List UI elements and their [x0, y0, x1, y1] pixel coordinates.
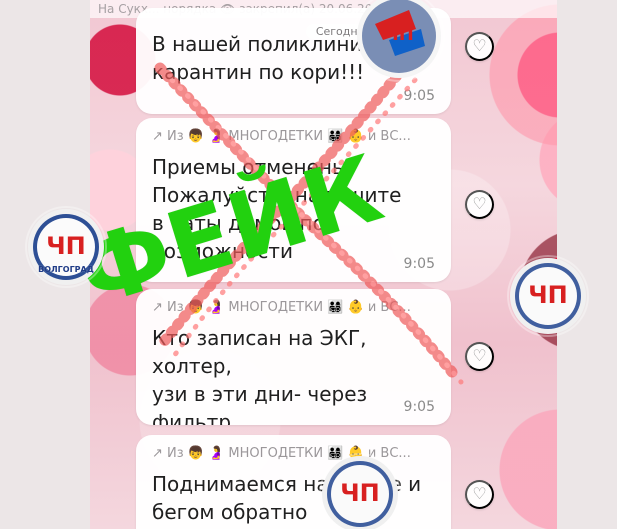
like-button[interactable]: ♡: [465, 190, 494, 219]
heart-outline-icon: ♡: [472, 37, 487, 55]
forwarded-from-text: ↗ Из 👦 🤰 МНОГОДЕТКИ 👨‍👩‍👧‍👦 👶 и ВС...: [152, 129, 411, 144]
logo-mark: ЧП: [340, 479, 379, 507]
message-text: Приемы отменены. Пожалуйста, напишите в …: [152, 155, 402, 263]
logo-mark: ЧП: [46, 232, 85, 260]
chat-message[interactable]: ↗ Из 👦 🤰 МНОГОДЕТКИ 👨‍👩‍👧‍👦 👶 и ВС... Пр…: [136, 118, 451, 282]
logo-caption: ВОЛГОГРАД: [38, 265, 94, 274]
forwarded-from[interactable]: ↗ Из 👦 🤰 МНОГОДЕТКИ 👨‍👩‍👧‍👦 👶 и ВС...: [152, 128, 435, 146]
chat-message[interactable]: ↗ Из 👦 🤰 МНОГОДЕТКИ 👨‍👩‍👧‍👦 👶 и ВС... Кт…: [136, 289, 451, 425]
forwarded-from[interactable]: ↗ Из 👦 🤰 МНОГОДЕТКИ 👨‍👩‍👧‍👦 👶 и ВС...: [152, 299, 435, 317]
heart-outline-icon: ♡: [472, 485, 487, 503]
screenshot-canvas: На Сукх... норядка 👁 закрепил(а) 20.06.2…: [0, 0, 617, 529]
message-time: 9:05: [403, 88, 435, 104]
chat-message[interactable]: ↗ Из 👦 🤰 МНОГОДЕТКИ 👨‍👩‍👧‍👦 👶 и ВС... По…: [136, 435, 451, 529]
logo-mark: ЧП: [384, 24, 414, 45]
heart-outline-icon: ♡: [472, 347, 487, 365]
news-logo: ЧП ВОЛГОГРАД: [27, 208, 105, 286]
heart-outline-icon: ♡: [472, 195, 487, 213]
forwarded-from-text: ↗ Из 👦 🤰 МНОГОДЕТКИ 👨‍👩‍👧‍👦 👶 и ВС...: [152, 300, 411, 315]
news-logo: ЧП: [509, 257, 587, 335]
message-time: 9:05: [403, 256, 435, 272]
like-button[interactable]: ♡: [465, 342, 494, 371]
chat-screen: На Сукх... норядка 👁 закрепил(а) 20.06.2…: [90, 0, 557, 529]
message-time: 9:05: [403, 399, 435, 415]
like-button[interactable]: ♡: [465, 480, 494, 509]
news-logo: ЧП: [321, 455, 399, 529]
like-button[interactable]: ♡: [465, 32, 494, 61]
message-text: Кто записан на ЭКГ, холтер, узи в эти дн…: [152, 326, 368, 425]
logo-mark: ЧП: [528, 281, 567, 309]
forwarded-from[interactable]: ↗ Из 👦 🤰 МНОГОДЕТКИ 👨‍👩‍👧‍👦 👶 и ВС...: [152, 445, 435, 463]
